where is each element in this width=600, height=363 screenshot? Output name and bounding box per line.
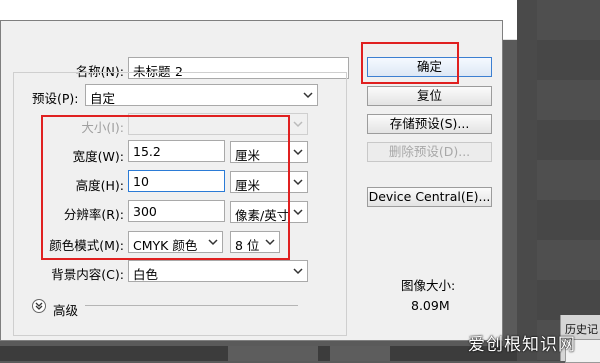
size-select (128, 113, 308, 135)
preset-select[interactable]: 自定 (85, 84, 318, 106)
resolution-label: 分辨率(R): (63, 207, 124, 222)
height-unit-value: 厘米 (235, 178, 261, 193)
save-preset-button[interactable]: 存储预设(S)... (367, 114, 492, 134)
delete-preset-button: 删除预设(D)... (367, 142, 492, 162)
background-bottom-bar (0, 346, 517, 361)
advanced-divider (85, 305, 298, 306)
resolution-unit-select[interactable]: 像素/英寸 (230, 201, 308, 223)
height-label: 高度(H): (75, 178, 124, 193)
chevron-down-icon (293, 266, 303, 276)
height-unit-select[interactable]: 厘米 (230, 171, 308, 193)
preset-label: 预设(P): (30, 88, 81, 107)
color-mode-value: CMYK 颜色 (133, 238, 198, 253)
chevron-down-icon (265, 237, 275, 247)
width-field[interactable]: 15.2 (128, 140, 225, 162)
background-workspace (517, 0, 600, 361)
image-size-label: 图像大小: (401, 278, 456, 293)
background-label: 背景内容(C): (51, 267, 124, 282)
height-field[interactable]: 10 (128, 170, 225, 192)
color-mode-select[interactable]: CMYK 颜色 (128, 231, 223, 253)
resolution-unit-value: 像素/英寸 (235, 208, 290, 223)
width-unit-select[interactable]: 厘米 (230, 141, 308, 163)
width-label: 宽度(W): (72, 149, 124, 164)
width-unit-value: 厘米 (235, 148, 261, 163)
size-label: 大小(I): (81, 120, 124, 135)
chevron-down-icon (293, 177, 303, 187)
background-select[interactable]: 白色 (128, 260, 308, 282)
watermark-text: 爱创根知识网 (468, 335, 576, 355)
background-select-value: 白色 (133, 267, 159, 282)
image-size-value: 8.09M (411, 298, 450, 313)
device-central-button[interactable]: Device Central(E)... (367, 187, 492, 207)
resolution-field[interactable]: 300 (128, 200, 225, 222)
expand-icon[interactable] (32, 299, 46, 313)
chevron-down-icon (293, 119, 303, 129)
bit-depth-select[interactable]: 8 位 (230, 231, 280, 253)
reset-button[interactable]: 复位 (367, 86, 492, 106)
advanced-label[interactable]: 高级 (53, 300, 78, 319)
preset-select-value: 自定 (90, 91, 116, 106)
chevron-down-icon (208, 237, 218, 247)
chevron-down-icon (303, 90, 313, 100)
chevron-down-icon (293, 207, 303, 217)
bit-depth-value: 8 位 (235, 238, 260, 253)
chevron-down-icon (293, 147, 303, 157)
color-mode-label: 颜色模式(M): (49, 238, 124, 253)
ok-button[interactable]: 确定 (367, 57, 492, 77)
